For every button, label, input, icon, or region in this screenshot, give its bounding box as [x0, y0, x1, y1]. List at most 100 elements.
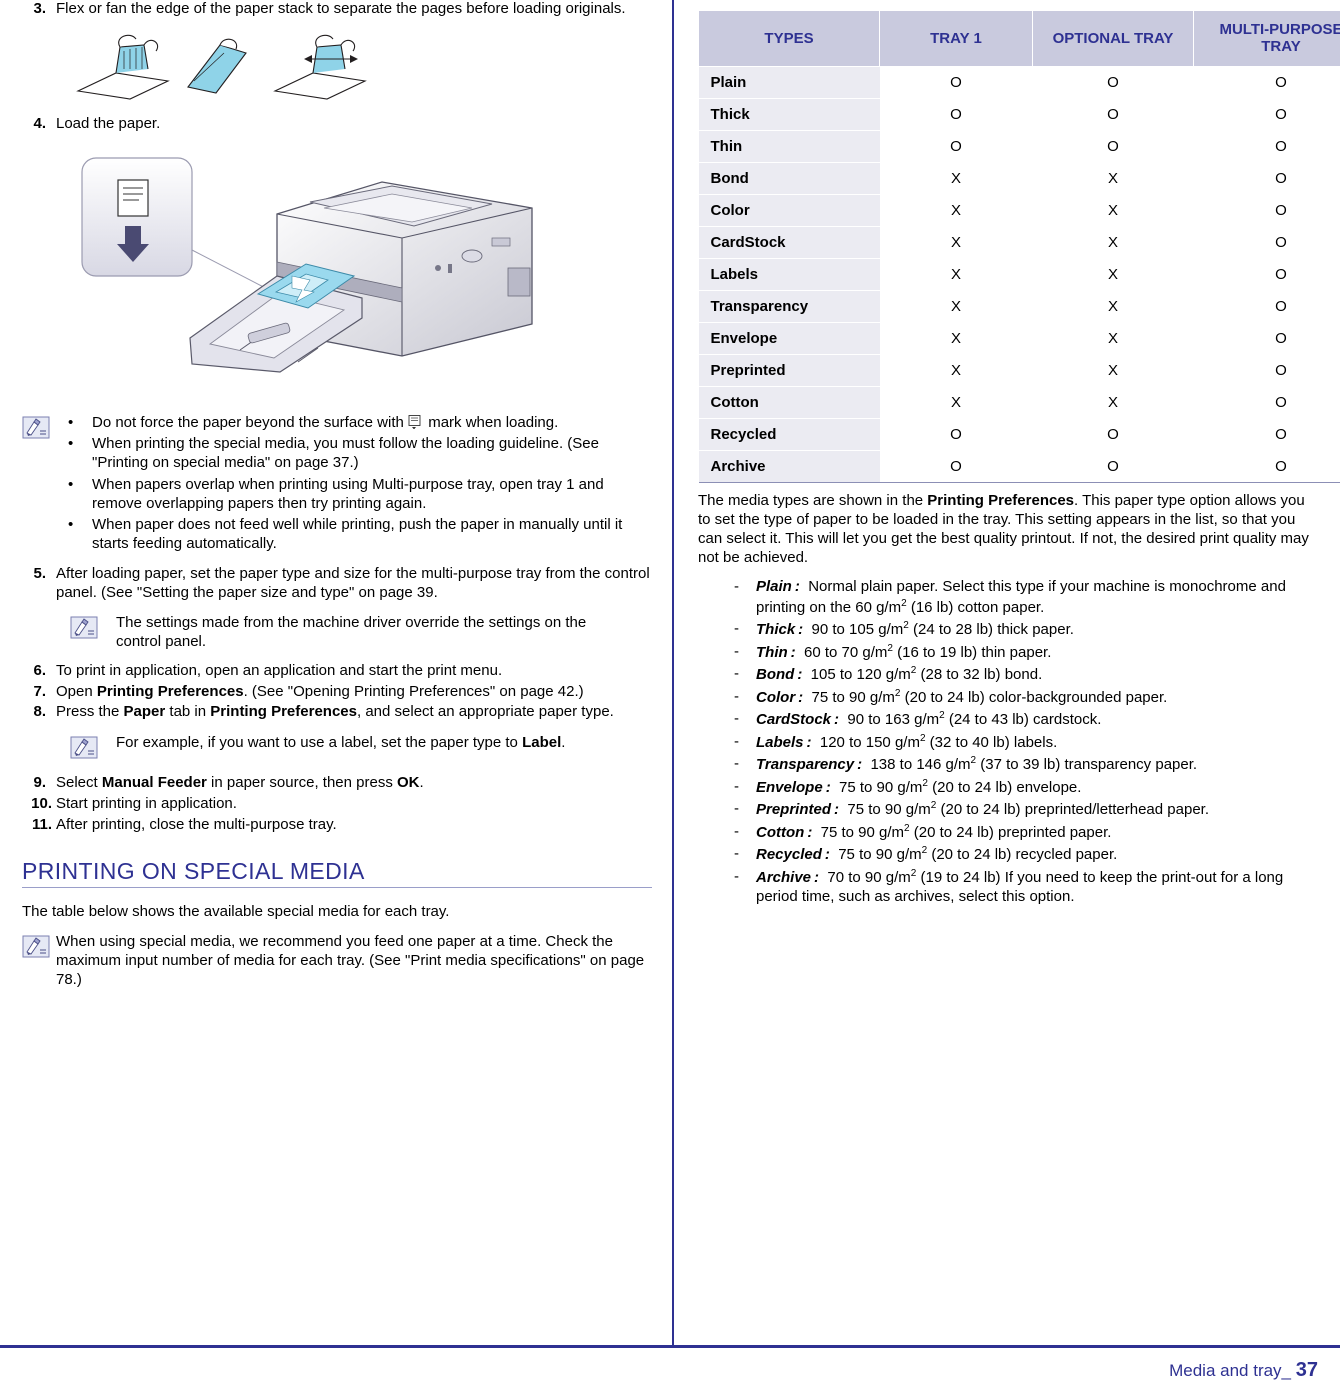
- table-row: Recycled O O O: [698, 418, 1340, 451]
- step-11: 11. After printing, close the multi-purp…: [22, 816, 652, 835]
- cell-multi: O: [1193, 450, 1340, 483]
- dash: -: [734, 800, 739, 818]
- dash: -: [734, 642, 739, 660]
- bullet-2-text: When printing the special media, you mus…: [92, 435, 599, 471]
- section-heading: PRINTING ON SPECIAL MEDIA: [22, 858, 365, 885]
- paragraph-bold: Printing Preferences: [927, 491, 1075, 509]
- cell-optional: O: [1032, 66, 1194, 99]
- definition-term: Envelope :: [756, 778, 831, 796]
- note-pencil-icon: [22, 935, 50, 958]
- definition-text-2: (20 to 24 lb) recycled paper.: [927, 846, 1118, 864]
- definition-term: Bond :: [756, 666, 803, 684]
- cell-type: Plain: [698, 66, 880, 99]
- cell-optional: O: [1032, 450, 1194, 483]
- dash: -: [734, 620, 739, 638]
- cell-type: Transparency: [698, 290, 880, 323]
- footer-rule: [0, 1345, 1340, 1348]
- note-3-pre: For example, if you want to use a label,…: [116, 734, 523, 751]
- footer-section-name: Media and tray_: [1169, 1361, 1292, 1380]
- header-types: TYPES: [698, 10, 880, 67]
- note-body: • Do not force the paper beyond the surf…: [68, 414, 652, 557]
- table-row: Thin O O O: [698, 130, 1340, 163]
- footer-page-number: 37: [1295, 1359, 1318, 1381]
- cell-tray1: X: [879, 290, 1033, 323]
- cell-multi: O: [1193, 290, 1340, 323]
- step-4-text: Load the paper.: [56, 114, 161, 132]
- header-tray-1: TRAY 1: [879, 10, 1033, 67]
- step-8-pre: Press the: [56, 703, 124, 721]
- cell-optional: X: [1032, 194, 1194, 227]
- definition-term: Thin :: [756, 643, 796, 661]
- definition-item: - Bond : 105 to 120 g/m2 (28 to 32 lb) bo…: [734, 664, 1318, 685]
- flex-paper-illustration: [76, 34, 367, 100]
- step-9-pre: Select: [56, 774, 102, 791]
- definition-item: - Envelope : 75 to 90 g/m2 (20 to 24 lb) …: [734, 777, 1318, 798]
- definition-text-1: 138 to 146 g/m: [870, 756, 971, 774]
- bullet-1-post: mark when loading.: [424, 413, 559, 431]
- definition-term: Preprinted :: [756, 801, 840, 819]
- definition-item: - Preprinted : 75 to 90 g/m2 (20 to 24 lb…: [734, 799, 1318, 820]
- cell-optional: O: [1032, 98, 1194, 131]
- definition-text-1: 105 to 120 g/m: [810, 666, 911, 684]
- definition-text-1: 75 to 90 g/m: [839, 778, 923, 796]
- dash: -: [734, 867, 739, 885]
- note-loading-tips: • Do not force the paper beyond the surf…: [22, 414, 652, 557]
- definition-text-2: (37 to 39 lb) transparency paper.: [976, 756, 1198, 774]
- figure-flex-paper: [70, 29, 652, 107]
- cell-tray1: X: [879, 194, 1033, 227]
- note-bullet-4: • When paper does not feed well while pr…: [68, 516, 652, 554]
- cell-optional: X: [1032, 162, 1194, 195]
- step-4-number: 4.: [33, 114, 46, 132]
- cell-multi: O: [1193, 162, 1340, 195]
- cell-type: Labels: [698, 258, 880, 291]
- step-8-text: Press the Paper tab in Printing Preferen…: [56, 703, 652, 722]
- bullet-dot: •: [68, 435, 74, 453]
- multi-purpose-tray: [189, 262, 363, 373]
- cell-type: Cotton: [698, 386, 880, 419]
- step-9-post: .: [419, 774, 424, 791]
- definition-text-2: (20 to 24 lb) preprinted/letterhead pape…: [936, 801, 1209, 819]
- step-10: 10. Start printing in application.: [22, 795, 652, 814]
- definition-term: Recycled :: [756, 846, 830, 864]
- cell-tray1: O: [879, 418, 1033, 451]
- cell-tray1: X: [879, 226, 1033, 259]
- definition-item: - Cotton : 75 to 90 g/m2 (20 to 24 lb) pr…: [734, 822, 1318, 843]
- step-6-number: 6.: [33, 661, 46, 679]
- definition-term: Labels :: [756, 733, 812, 751]
- cell-type: Archive: [698, 450, 880, 483]
- dash: -: [734, 710, 739, 728]
- step-5-text: After loading paper, set the paper type …: [56, 564, 650, 601]
- definition-item: - Thick : 90 to 105 g/m2 (24 to 28 lb) th…: [734, 619, 1318, 640]
- step-3: 3. Flex or fan the edge of the paper sta…: [22, 0, 652, 19]
- step-6: 6. To print in application, open an appl…: [22, 662, 652, 681]
- media-types-table: TYPES TRAY 1 OPTIONAL TRAY MULTI-PURPOSE…: [698, 10, 1340, 483]
- step-7-text: Open Printing Preferences. (See "Opening…: [56, 683, 652, 702]
- figure-load-paper: [62, 142, 652, 402]
- cell-tray1: X: [879, 322, 1033, 355]
- right-column: TYPES TRAY 1 OPTIONAL TRAY MULTI-PURPOSE…: [698, 10, 1340, 909]
- cell-type: Thick: [698, 98, 880, 131]
- definition-item: - Color : 75 to 90 g/m2 (20 to 24 lb) col…: [734, 687, 1318, 708]
- table-row: Plain O O O: [698, 66, 1340, 99]
- definition-text-2: (20 to 24 lb) envelope.: [927, 778, 1082, 796]
- dash: -: [734, 732, 739, 750]
- definition-text-2: (16 lb) cotton paper.: [906, 598, 1045, 616]
- table-row: Envelope X X O: [698, 322, 1340, 355]
- table-row: Transparency X X O: [698, 290, 1340, 323]
- cell-type: Recycled: [698, 418, 880, 451]
- cell-type: Envelope: [698, 322, 880, 355]
- definition-term: Thick :: [756, 621, 804, 639]
- note-bullet-3: • When papers overlap when printing usin…: [68, 476, 652, 514]
- step-10-number: 10.: [31, 794, 52, 812]
- step-8-post: , and select an appropriate paper type.: [356, 703, 614, 721]
- table-row: Cotton X X O: [698, 386, 1340, 419]
- step-9-number: 9.: [33, 774, 46, 791]
- definition-text-2: (24 to 28 lb) thick paper.: [908, 621, 1074, 639]
- definition-item: - Archive : 70 to 90 g/m2 (19 to 24 lb) I…: [734, 867, 1318, 907]
- table-row: Thick O O O: [698, 98, 1340, 131]
- definition-text-1: 120 to 150 g/m: [819, 733, 920, 751]
- definition-text-1: 90 to 105 g/m: [811, 621, 904, 639]
- dash: -: [734, 687, 739, 705]
- cell-multi: O: [1193, 66, 1340, 99]
- note-icon: [70, 734, 116, 764]
